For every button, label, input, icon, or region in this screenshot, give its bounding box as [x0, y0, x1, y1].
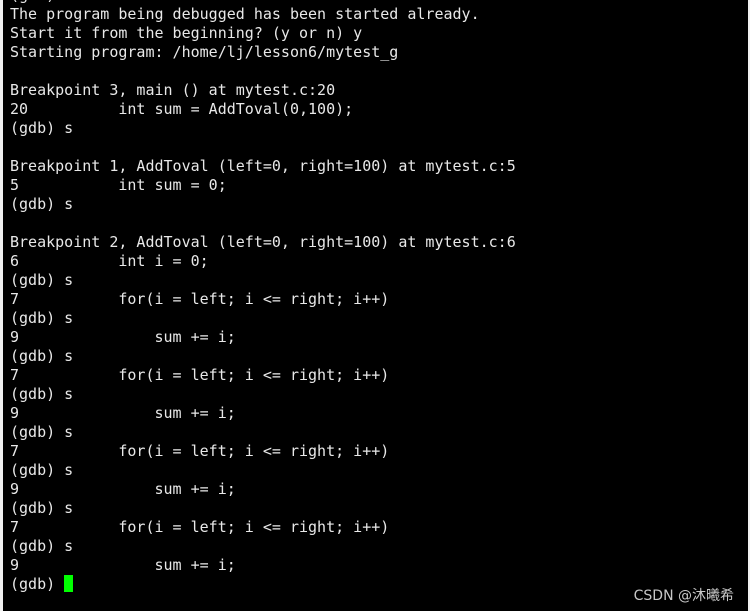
terminal-output[interactable]: (gdb) rThe program being debugged has be… — [10, 0, 516, 594]
terminal-line: (gdb) s — [10, 537, 74, 555]
terminal-line: 7 for(i = left; i <= right; i++) — [10, 366, 390, 384]
terminal-line: (gdb) s — [10, 499, 74, 517]
terminal-line: 7 for(i = left; i <= right; i++) — [10, 442, 390, 460]
prompt-line[interactable]: (gdb) — [10, 575, 516, 594]
terminal-line: 5 int sum = 0; — [10, 176, 227, 194]
terminal-line: 6 int i = 0; — [10, 252, 209, 270]
terminal-line: (gdb) s — [10, 385, 74, 403]
watermark: CSDN @沐曦希 — [633, 588, 734, 604]
terminal-line: Start it from the beginning? (y or n) y — [10, 24, 363, 42]
gdb-prompt: (gdb) — [10, 575, 65, 593]
terminal-line: 9 sum += i; — [10, 404, 236, 422]
terminal-line: 9 sum += i; — [10, 328, 236, 346]
terminal-line: Breakpoint 1, AddToval (left=0, right=10… — [10, 157, 516, 175]
terminal-line: 7 for(i = left; i <= right; i++) — [10, 290, 390, 308]
terminal-line: (gdb) s — [10, 119, 74, 137]
terminal-line: 9 sum += i; — [10, 556, 236, 574]
terminal-line: 9 sum += i; — [10, 480, 236, 498]
terminal-line: (gdb) s — [10, 195, 74, 213]
terminal-line: Breakpoint 2, AddToval (left=0, right=10… — [10, 233, 516, 251]
terminal-line: Breakpoint 3, main () at mytest.c:20 — [10, 81, 336, 99]
terminal-line: Starting program: /home/lj/lesson6/mytes… — [10, 43, 399, 61]
terminal-line: 20 int sum = AddToval(0,100); — [10, 100, 354, 118]
terminal-line: (gdb) s — [10, 347, 74, 365]
cursor-block — [64, 575, 74, 592]
terminal-line: The program being debugged has been star… — [10, 5, 480, 23]
terminal-line: (gdb) s — [10, 423, 74, 441]
terminal-line: (gdb) s — [10, 461, 74, 479]
window-edge-left — [0, 0, 3, 611]
terminal-line: 7 for(i = left; i <= right; i++) — [10, 518, 390, 536]
terminal-line: (gdb) s — [10, 309, 74, 327]
terminal-line: (gdb) s — [10, 271, 74, 289]
